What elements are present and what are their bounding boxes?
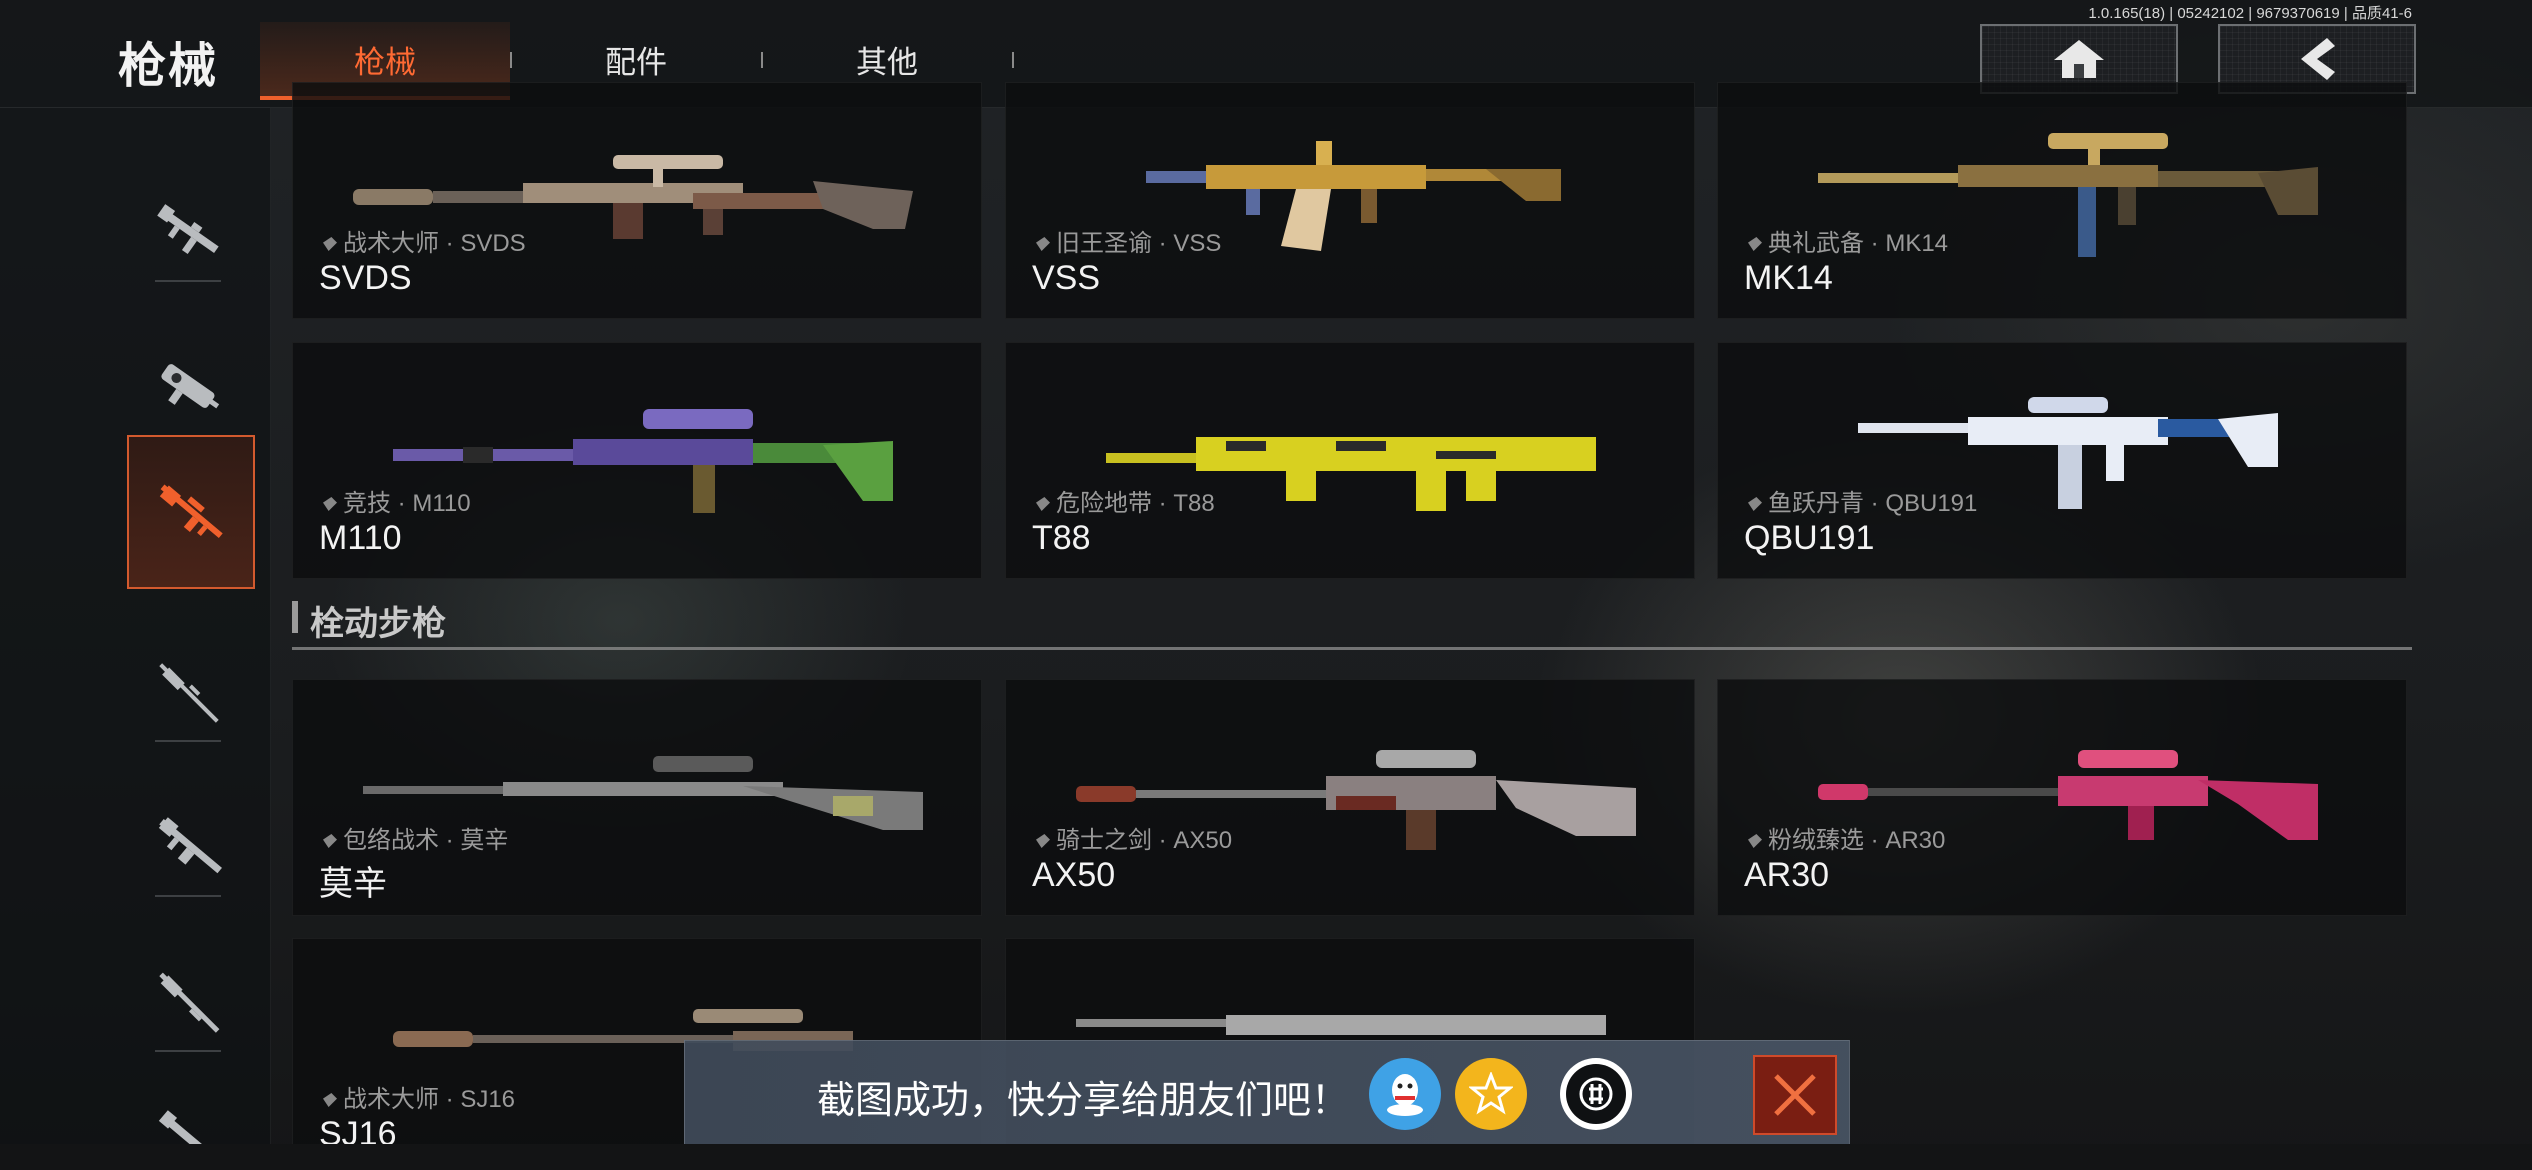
weapon-skin-label: 典礼武备 · MK14 xyxy=(1748,223,1948,258)
sidebar-divider xyxy=(155,1050,221,1052)
shotgun-icon xyxy=(159,972,220,1033)
wechat-icon xyxy=(1579,1077,1613,1111)
weapon-skin-label: 旧王圣谕 · VSS xyxy=(1036,223,1221,258)
weapon-card-svds[interactable]: 战术大师 · SVDS SVDS xyxy=(292,82,982,319)
section-divider xyxy=(292,647,2412,650)
weapon-category-sidebar xyxy=(0,108,271,1170)
weapon-name: M110 xyxy=(319,519,402,557)
section-title: 栓动步枪 xyxy=(310,605,446,643)
weapon-name: QBU191 xyxy=(1744,519,1875,557)
weapon-skin-label: 包络战术 · 莫辛 xyxy=(323,820,508,855)
weapon-skin-label: 骑士之剑 · AX50 xyxy=(1036,820,1232,855)
weapon-name: SJ16 xyxy=(319,1115,397,1146)
tab-label: 其他 xyxy=(856,44,918,80)
weapon-card-ax50[interactable]: 骑士之剑 · AX50 AX50 xyxy=(1005,679,1695,916)
close-icon xyxy=(1774,1074,1816,1116)
share-wechat-button[interactable] xyxy=(1560,1058,1632,1130)
tab-label: 枪械 xyxy=(354,44,416,80)
smg-icon xyxy=(161,364,220,409)
weapon-card-m110[interactable]: 竞技 · M110 M110 xyxy=(292,342,982,579)
share-qzone-button[interactable] xyxy=(1455,1058,1527,1130)
category-marksman-rifle[interactable] xyxy=(127,435,255,589)
toast-message: 截图成功，快分享给朋友们吧！ xyxy=(817,1080,1350,1122)
category-shotgun[interactable] xyxy=(127,928,251,1078)
weapon-name: MK14 xyxy=(1744,259,1833,297)
lmg-icon xyxy=(158,817,222,874)
close-toast-button[interactable] xyxy=(1753,1055,1837,1135)
bottom-bar xyxy=(0,1144,2532,1170)
sidebar-divider xyxy=(155,740,221,742)
home-icon xyxy=(2054,40,2104,78)
assault-rifle-icon xyxy=(157,204,219,255)
weapon-skin-label: 战术大师 · SJ16 xyxy=(323,1079,515,1114)
weapon-skin-label: 战术大师 · SVDS xyxy=(323,223,526,258)
sidebar-divider xyxy=(155,895,221,897)
section-marker xyxy=(292,601,298,633)
weapon-name: VSS xyxy=(1032,259,1101,297)
sidebar-divider xyxy=(155,280,221,282)
version-text: 1.0.165(18) | 05242102 | 9679370619 | 品质… xyxy=(2088,5,2412,22)
weapon-skin-label: 危险地带 · T88 xyxy=(1036,483,1215,518)
weapon-skin-label: 粉绒臻选 · AR30 xyxy=(1748,820,1945,855)
weapon-skin-label: 鱼跃丹青 · QBU191 xyxy=(1748,483,1977,518)
share-qq-button[interactable] xyxy=(1369,1058,1441,1130)
qq-icon xyxy=(1387,1074,1423,1116)
weapon-name: AR30 xyxy=(1744,856,1830,894)
weapon-name: 莫辛 xyxy=(319,865,387,903)
weapon-card-mosin[interactable]: 包络战术 · 莫辛 莫辛 xyxy=(292,679,982,916)
screenshot-share-toast: 截图成功，快分享给朋友们吧！ xyxy=(684,1040,1850,1146)
weapon-name: SVDS xyxy=(319,259,412,297)
tab-label: 配件 xyxy=(605,44,667,80)
weapon-card-qbu191[interactable]: 鱼跃丹青 · QBU191 QBU191 xyxy=(1717,342,2407,579)
weapon-name: T88 xyxy=(1032,519,1091,557)
bolt-action-rifle-icon xyxy=(159,663,219,723)
marksman-rifle-icon xyxy=(159,484,223,538)
page-title: 枪械 xyxy=(118,40,219,93)
qzone-star-icon xyxy=(1469,1072,1513,1115)
weapon-name: AX50 xyxy=(1032,856,1116,894)
weapon-card-vss[interactable]: 旧王圣谕 · VSS VSS xyxy=(1005,82,1695,319)
chevron-left-icon xyxy=(2301,38,2335,80)
weapon-card-mk14[interactable]: 典礼武备 · MK14 MK14 xyxy=(1717,82,2407,319)
weapon-card-ar30[interactable]: 粉绒臻选 · AR30 AR30 xyxy=(1717,679,2407,916)
weapon-card-t88[interactable]: 危险地带 · T88 T88 xyxy=(1005,342,1695,579)
category-assault-rifle[interactable] xyxy=(127,158,251,308)
weapon-skin-label: 竞技 · M110 xyxy=(323,483,471,518)
tab-divider xyxy=(1012,52,1014,68)
category-bolt-action-rifle[interactable] xyxy=(127,618,251,768)
category-lmg[interactable] xyxy=(127,773,251,923)
